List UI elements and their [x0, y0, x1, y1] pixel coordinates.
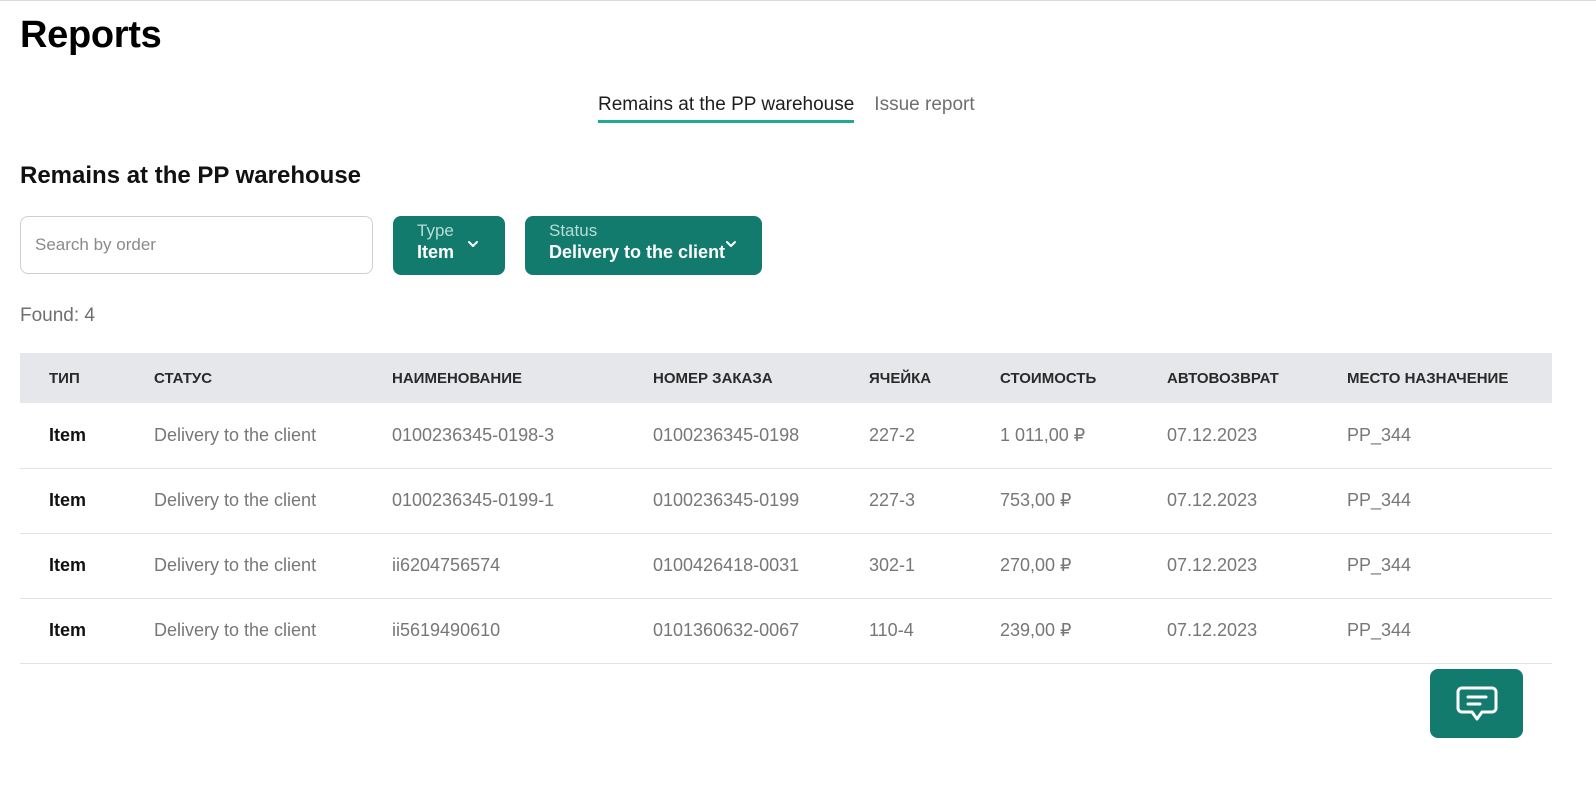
table-row[interactable]: Item Delivery to the client ii5619490610…: [20, 598, 1552, 663]
column-header-order-number[interactable]: НОМЕР ЗАКАЗА: [653, 353, 869, 403]
cell-destination: PP_344: [1347, 555, 1412, 575]
status-filter-dropdown[interactable]: Status Delivery to the client: [525, 216, 762, 275]
column-header-destination[interactable]: МЕСТО НАЗНАЧЕНИЕ: [1347, 353, 1552, 403]
cell-storage-cell: 110-4: [869, 620, 914, 640]
cell-order-number: 0100426418-0031: [653, 555, 800, 575]
top-divider: [0, 0, 1596, 1]
column-header-type[interactable]: ТИП: [20, 353, 154, 403]
column-header-name[interactable]: НАИМЕНОВАНИЕ: [392, 353, 653, 403]
cell-storage-cell: 302-1: [869, 555, 916, 575]
cell-name: ii5619490610: [392, 620, 501, 640]
table-row[interactable]: Item Delivery to the client 0100236345-0…: [20, 403, 1552, 468]
search-input[interactable]: [20, 216, 373, 274]
status-filter-label: Status: [549, 221, 598, 240]
chat-icon: [1456, 686, 1497, 720]
cell-autoreturn: 07.12.2023: [1167, 555, 1258, 575]
column-header-status[interactable]: СТАТУС: [154, 353, 392, 403]
cell-name: 0100236345-0198-3: [392, 424, 555, 445]
cell-destination: PP_344: [1347, 620, 1412, 640]
section-title: Remains at the PP warehouse: [20, 162, 362, 189]
report-tabs: Remains at the PP warehouse Issue report: [598, 94, 975, 123]
cell-cost: 270,00 ₽: [1000, 555, 1072, 575]
remains-table: ТИП СТАТУС НАИМЕНОВАНИЕ НОМЕР ЗАКАЗА ЯЧЕ…: [20, 353, 1552, 664]
cell-name: 0100236345-0199-1: [392, 490, 555, 510]
table-row[interactable]: Item Delivery to the client ii6204756574…: [20, 533, 1552, 598]
cell-cost: 1 011,00 ₽: [1000, 424, 1086, 445]
cell-order-number: 0100236345-0199: [653, 490, 800, 510]
table-header-row: ТИП СТАТУС НАИМЕНОВАНИЕ НОМЕР ЗАКАЗА ЯЧЕ…: [20, 353, 1552, 403]
cell-storage-cell: 227-2: [869, 424, 916, 445]
results-count: Found: 4: [20, 305, 95, 326]
cell-type: Item: [49, 555, 87, 575]
cell-type: Item: [49, 620, 87, 640]
cell-type: Item: [49, 424, 87, 445]
column-header-autoreturn[interactable]: АВТОВОЗВРАТ: [1167, 353, 1347, 403]
cell-name: ii6204756574: [392, 555, 501, 575]
cell-type: Item: [49, 490, 87, 510]
cell-order-number: 0100236345-0198: [653, 424, 800, 445]
status-filter-value: Delivery to the client: [549, 242, 726, 262]
tab-remains[interactable]: Remains at the PP warehouse: [598, 94, 855, 123]
cell-status: Delivery to the client: [154, 555, 317, 575]
cell-order-number: 0101360632-0067: [653, 620, 800, 640]
chevron-down-icon: [726, 241, 736, 247]
type-filter-dropdown[interactable]: Type Item: [393, 216, 505, 275]
chat-button[interactable]: [1430, 669, 1523, 738]
column-header-cost[interactable]: СТОИМОСТЬ: [1000, 353, 1167, 403]
cell-destination: PP_344: [1347, 490, 1412, 510]
tab-issue-report[interactable]: Issue report: [874, 94, 974, 123]
cell-storage-cell: 227-3: [869, 490, 916, 510]
table-row[interactable]: Item Delivery to the client 0100236345-0…: [20, 468, 1552, 533]
cell-cost: 753,00 ₽: [1000, 490, 1072, 510]
cell-autoreturn: 07.12.2023: [1167, 424, 1258, 445]
cell-status: Delivery to the client: [154, 424, 317, 445]
chevron-down-icon: [468, 241, 478, 247]
cell-autoreturn: 07.12.2023: [1167, 490, 1258, 510]
cell-status: Delivery to the client: [154, 620, 317, 640]
page-title: Reports: [20, 14, 162, 56]
cell-autoreturn: 07.12.2023: [1167, 620, 1258, 640]
cell-status: Delivery to the client: [154, 490, 317, 510]
cell-cost: 239,00 ₽: [1000, 620, 1072, 640]
column-header-cell[interactable]: ЯЧЕЙКА: [869, 353, 1000, 403]
cell-destination: PP_344: [1347, 424, 1412, 445]
